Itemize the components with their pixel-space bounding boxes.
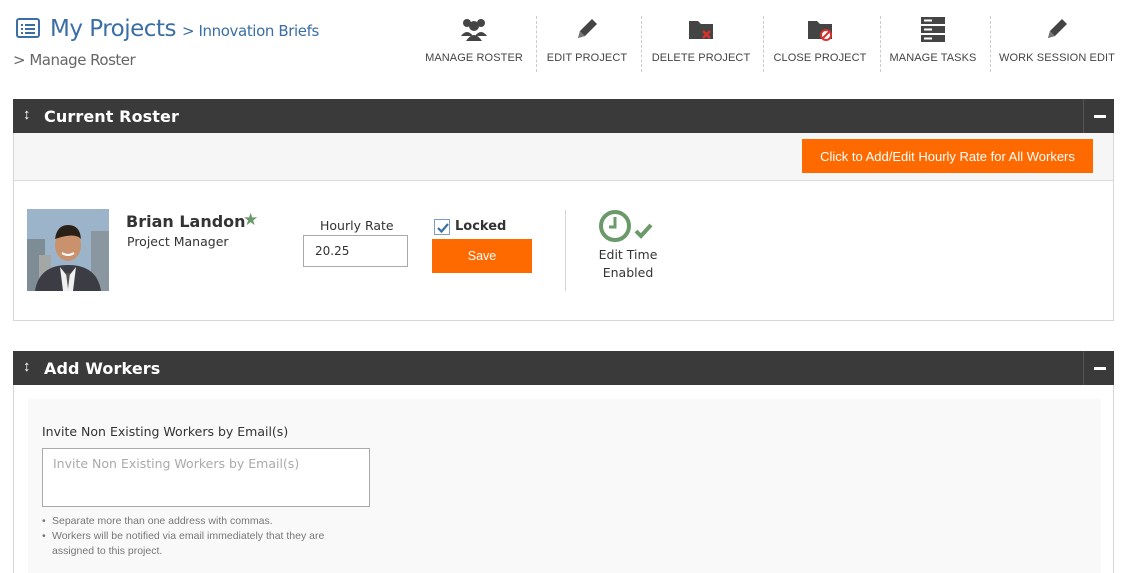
edit-time-status: Edit Time Enabled xyxy=(574,246,682,282)
checkmark-icon xyxy=(437,223,449,234)
toolbar-divider xyxy=(641,16,642,72)
invite-label: Invite Non Existing Workers by Email(s) xyxy=(42,424,289,439)
tool-label: MANAGE TASKS xyxy=(889,52,977,64)
toolbar-divider xyxy=(536,16,537,72)
hint-item: Workers will be notified via email immed… xyxy=(42,529,362,559)
manage-tasks-button[interactable]: MANAGE TASKS xyxy=(888,14,978,74)
tool-label: DELETE PROJECT xyxy=(651,52,751,64)
roster-actions-bar: Click to Add/Edit Hourly Rate for All Wo… xyxy=(14,133,1113,181)
drag-handle-icon[interactable]: ↕ xyxy=(23,358,31,375)
project-toolbar: MANAGE ROSTER EDIT PROJECT DELETE PROJEC… xyxy=(0,14,1129,74)
avatar-photo xyxy=(27,209,109,291)
star-icon: ★ xyxy=(243,210,259,229)
delete-project-button[interactable]: DELETE PROJECT xyxy=(650,14,752,74)
group-icon xyxy=(461,19,487,41)
tool-label: MANAGE ROSTER xyxy=(425,52,523,64)
pencil-icon xyxy=(1048,19,1067,38)
panel-title: Add Workers xyxy=(44,359,161,378)
invite-hints: Separate more than one address with comm… xyxy=(42,514,362,559)
tool-label: CLOSE PROJECT xyxy=(773,52,867,64)
tool-label: EDIT PROJECT xyxy=(546,52,628,64)
current-roster-header: ↕ Current Roster xyxy=(13,99,1114,133)
drag-handle-icon[interactable]: ↕ xyxy=(23,106,31,123)
toolbar-divider xyxy=(990,16,991,72)
folder-close-icon xyxy=(808,21,832,41)
add-workers-header: ↕ Add Workers xyxy=(13,351,1114,385)
save-button[interactable]: Save xyxy=(432,239,532,273)
collapse-icon[interactable] xyxy=(1083,351,1114,385)
toolbar-divider xyxy=(880,16,881,72)
close-project-button[interactable]: CLOSE PROJECT xyxy=(772,14,868,74)
worker-role: Project Manager xyxy=(127,234,229,249)
pencil-icon xyxy=(578,19,597,38)
hourly-rate-input[interactable] xyxy=(303,235,408,267)
hint-item: Separate more than one address with comm… xyxy=(42,514,362,529)
avatar xyxy=(27,209,109,291)
edit-time-value: Enabled xyxy=(602,265,654,280)
invite-section: Invite Non Existing Workers by Email(s) … xyxy=(28,399,1101,573)
page-header: My Projects > Innovation Briefs > Manage… xyxy=(0,0,1129,90)
current-roster-panel: Click to Add/Edit Hourly Rate for All Wo… xyxy=(13,133,1114,321)
tool-label: WORK SESSION EDIT xyxy=(999,52,1115,64)
panel-title: Current Roster xyxy=(44,107,180,126)
invite-email-input[interactable] xyxy=(42,448,370,507)
collapse-icon[interactable] xyxy=(1083,99,1114,133)
divider xyxy=(565,210,566,291)
locked-label: Locked xyxy=(455,219,507,234)
edit-time-label: Edit Time xyxy=(598,247,658,262)
edit-project-button[interactable]: EDIT PROJECT xyxy=(544,14,630,74)
server-icon xyxy=(921,17,945,42)
hourly-rate-label: Hourly Rate xyxy=(320,218,394,233)
folder-delete-icon xyxy=(689,21,713,39)
worker-name: Brian Landon xyxy=(126,212,246,231)
add-workers-panel: Invite Non Existing Workers by Email(s) … xyxy=(13,385,1114,573)
manage-roster-button[interactable]: MANAGE ROSTER xyxy=(424,14,524,74)
rate-all-workers-button[interactable]: Click to Add/Edit Hourly Rate for All Wo… xyxy=(802,139,1093,173)
clock-check-icon xyxy=(599,210,653,242)
work-session-edit-button[interactable]: WORK SESSION EDIT xyxy=(998,14,1116,74)
toolbar-divider xyxy=(763,16,764,72)
locked-checkbox[interactable] xyxy=(434,219,450,235)
